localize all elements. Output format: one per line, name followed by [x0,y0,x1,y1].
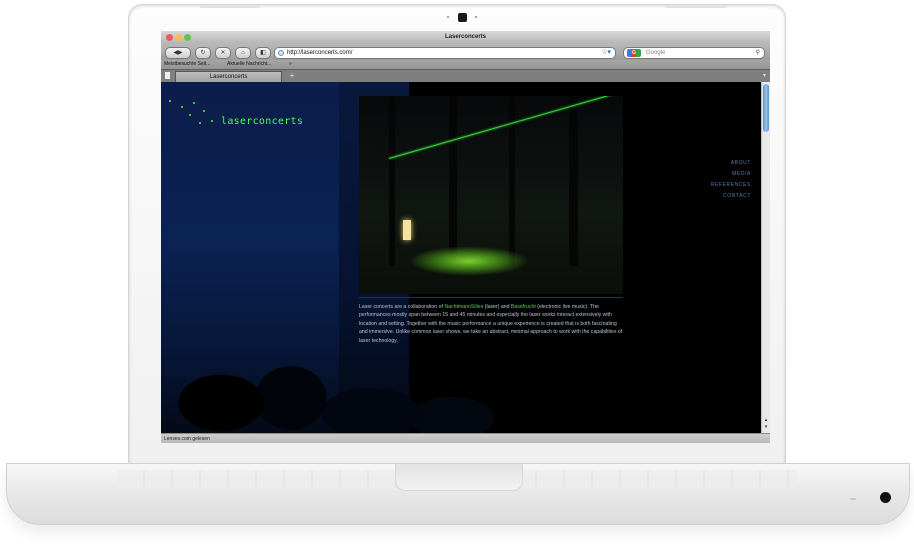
sleep-indicator-icon [850,498,856,500]
basefrucht-link[interactable]: Basefrucht [511,304,536,310]
description-intro: Laser concerts are a collaboration of [359,304,445,310]
nav-contact[interactable]: CONTACT [711,191,751,202]
star-icon[interactable]: ☆▾ [601,48,611,58]
browser-toolbar: ◀▶ ↻ ✕ ⌂ ◧ http://laserconcerts.com/ ☆▾ … [161,44,770,60]
bookmark-icon: ◧ [260,50,266,56]
site-description: Laser concerts are a collaboration of Na… [359,303,625,345]
url-field[interactable]: http://laserconcerts.com/ ☆▾ [274,47,616,59]
window-title: Laserconcerts [444,34,487,40]
reload-button[interactable]: ↻ [195,47,211,59]
search-icon[interactable]: ⚲ [756,48,760,58]
logo-dot [199,122,201,124]
green-ground-light [409,246,529,276]
url-text: http://laserconcerts.com/ [287,50,353,56]
window-titlebar: Laserconcerts [161,31,770,44]
new-tab-button[interactable]: + [286,71,298,81]
search-placeholder: Google [646,50,666,56]
tree-trunk [569,96,578,266]
logo-dot [203,110,205,112]
tree-trunk [389,96,395,266]
logo-dot [169,100,171,102]
site-logo[interactable]: laserconcerts [221,116,303,127]
nachtmannsilies-link[interactable]: NachtmannSilies [444,304,483,310]
page-scrollbar[interactable]: ▴ ▾ [761,82,770,433]
scroll-down-icon[interactable]: ▾ [763,425,769,430]
logo-dots [167,98,217,128]
site-nav: ABOUT MEDIA REFERENCES CONTACT [711,158,751,202]
browser-window: Laserconcerts ◀▶ ↻ ✕ ⌂ ◧ http://lasercon… [161,31,770,443]
bookmark-news[interactable]: Aktuelle Nachricht... [227,60,271,69]
search-input[interactable]: G Google ⚲ [623,47,765,59]
camera-indicator-left [447,16,449,18]
status-bar: Lenses.com gelesen [161,433,770,443]
lit-window [403,220,411,240]
camera-icon [458,13,467,22]
stop-icon: ✕ [220,50,226,56]
status-text: Lenses.com gelesen [164,436,210,442]
forward-icon[interactable]: ▶ [178,50,183,56]
home-icon: ⌂ [241,50,245,56]
bookmarks-bar: Meistbesuchte Seit... Aktuelle Nachricht… [161,60,770,69]
content-divider [359,297,623,298]
lid-seam-right [666,6,726,8]
scroll-thumb[interactable] [763,84,769,132]
logo-dot [193,102,195,104]
bookmark-page-button[interactable]: ◧ [255,47,271,59]
tree-trunk [449,96,457,266]
nav-references[interactable]: REFERENCES [711,180,751,191]
nav-media[interactable]: MEDIA [711,169,751,180]
google-engine-icon[interactable]: G [627,49,641,57]
bookmark-most-visited[interactable]: Meistbesuchte Seit... [164,60,210,69]
stop-button[interactable]: ✕ [215,47,231,59]
lid-seam-left [200,6,260,8]
trackpad-notch [395,464,523,491]
logo-dot [211,120,213,122]
tab-bar: Laserconcerts + ▾ [161,69,770,83]
camera-indicator-right [475,16,477,18]
hero-photo [359,96,623,294]
laptop-base [6,463,910,525]
bookmarks-overflow[interactable]: » [289,60,292,69]
web-viewport: laserconcerts ABOUT MEDIA REFERENCES CON… [161,82,761,433]
logo-dot [181,106,183,108]
scroll-up-icon[interactable]: ▴ [763,418,769,423]
reload-icon: ↻ [200,50,206,56]
site-favicon-icon [278,50,284,56]
tab-laserconcerts[interactable]: Laserconcerts [175,71,282,82]
tab-list-icon[interactable]: ▾ [763,71,766,81]
back-forward-button[interactable]: ◀▶ [165,47,191,59]
logo-dot [189,114,191,116]
power-button-icon [880,492,891,503]
description-mid: (laser) and [483,304,511,310]
page-icon [165,72,170,79]
nav-about[interactable]: ABOUT [711,158,751,169]
home-button[interactable]: ⌂ [235,47,251,59]
